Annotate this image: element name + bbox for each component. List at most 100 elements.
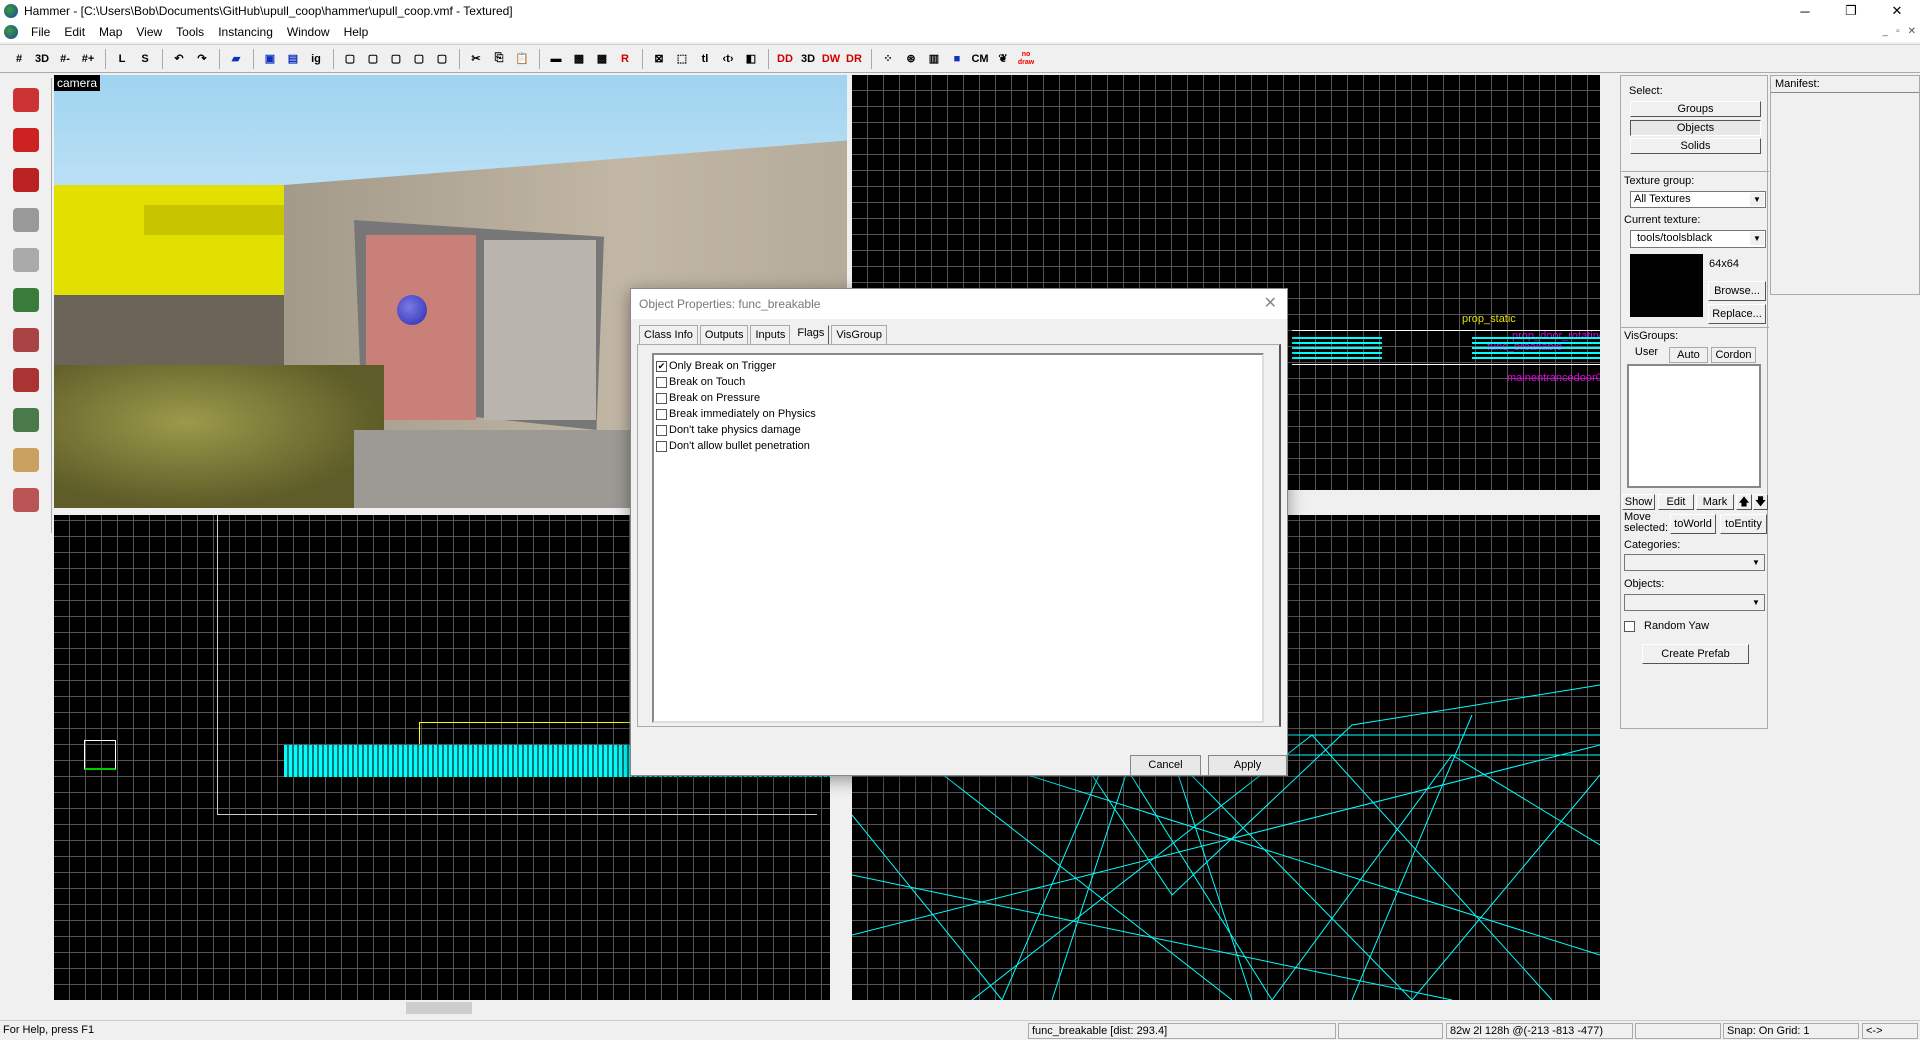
selection-tool-icon[interactable] — [6, 82, 46, 118]
hide-unselected-icon[interactable]: ▢ — [362, 48, 384, 70]
tab-outputs[interactable]: Outputs — [699, 325, 749, 344]
cut-icon[interactable]: ✂ — [465, 48, 487, 70]
menu-map[interactable]: Map — [92, 25, 129, 39]
menu-view[interactable]: View — [129, 25, 169, 39]
maximize-button[interactable]: ❐ — [1828, 0, 1874, 22]
texture-preview[interactable] — [1630, 254, 1703, 317]
ungroup-icon[interactable]: ▤ — [282, 48, 304, 70]
select-solids-button[interactable]: Solids — [1630, 138, 1761, 154]
move-down-icon[interactable]: 🡇 — [1753, 494, 1768, 510]
flag-row[interactable]: Break on Pressure — [656, 390, 1260, 406]
entity-tool-icon[interactable] — [6, 202, 46, 238]
select-by-box-icon[interactable]: ⊠ — [648, 48, 670, 70]
flag-checkbox[interactable]: ✔ — [656, 360, 667, 372]
save-window-state-icon[interactable]: S — [134, 48, 156, 70]
texture-scale-lock-icon[interactable]: ▩ — [568, 48, 590, 70]
tab-inputs[interactable]: Inputs — [750, 325, 791, 344]
visgroup-icon[interactable]: ▢ — [408, 48, 430, 70]
grid-smaller-icon[interactable]: #- — [54, 48, 76, 70]
menu-instancing[interactable]: Instancing — [211, 25, 280, 39]
grid-larger-icon[interactable]: #+ — [77, 48, 99, 70]
objects-select[interactable]: ▼ — [1624, 594, 1765, 611]
radius-culling-icon[interactable]: R — [614, 48, 636, 70]
models-in-2d-icon[interactable]: ◧ — [740, 48, 762, 70]
flag-checkbox[interactable] — [656, 424, 667, 436]
flag-row[interactable]: Break on Touch — [656, 374, 1260, 390]
overlay-tool-icon[interactable] — [6, 402, 46, 438]
replace-button[interactable]: Replace... — [1708, 304, 1766, 324]
close-button[interactable]: ✕ — [1874, 0, 1920, 22]
dialog-title-bar[interactable]: Object Properties: func_breakable ✕ — [631, 289, 1287, 319]
camera-tool-icon[interactable] — [6, 162, 46, 198]
visgroup-tab-cordon[interactable]: Cordon — [1711, 347, 1756, 363]
flag-checkbox[interactable] — [656, 376, 667, 388]
check-map-icon[interactable]: ⊛ — [900, 48, 922, 70]
flag-row[interactable]: Break immediately on Physics — [656, 406, 1260, 422]
mdi-minimize-button[interactable]: _ — [1883, 26, 1889, 37]
visgroup-mark-button[interactable]: Mark — [1696, 494, 1734, 510]
leaf-icon[interactable]: ❦ — [992, 48, 1014, 70]
cubemap-icon[interactable]: CM — [969, 48, 991, 70]
load-window-state-icon[interactable]: L — [111, 48, 133, 70]
apply-button[interactable]: Apply — [1208, 755, 1287, 776]
tab-class-info[interactable]: Class Info — [639, 325, 698, 344]
toggle-helpers-icon[interactable]: tl — [694, 48, 716, 70]
visgroup-tab-user[interactable]: User — [1626, 345, 1667, 362]
hide-selected-icon[interactable]: ▢ — [339, 48, 361, 70]
nodraw-icon[interactable]: no draw — [1015, 48, 1037, 70]
flag-row[interactable]: ✔ Only Break on Trigger — [656, 358, 1260, 374]
display-models-2d-icon[interactable]: DD — [774, 48, 796, 70]
to-world-button[interactable]: toWorld — [1670, 514, 1716, 534]
select-by-handle-icon[interactable]: ⬚ — [671, 48, 693, 70]
decal-tool-icon[interactable] — [6, 362, 46, 398]
camera-label[interactable]: camera — [54, 75, 101, 91]
mdi-restore-button[interactable]: ▫ — [1896, 26, 1900, 37]
side-viewport-hscroll[interactable] — [852, 1000, 1600, 1016]
grid-icon[interactable]: # — [8, 48, 30, 70]
browse-button[interactable]: Browse... — [1708, 281, 1766, 301]
flag-row[interactable]: Don't take physics damage — [656, 422, 1260, 438]
scroll-thumb[interactable] — [406, 1002, 472, 1014]
menu-file[interactable]: File — [24, 25, 57, 39]
apply-texture-icon[interactable] — [6, 322, 46, 358]
3d-grid-icon[interactable]: 3D — [31, 48, 53, 70]
flag-checkbox[interactable] — [656, 408, 667, 420]
texture-tool-icon[interactable] — [6, 282, 46, 318]
display-ratio-icon[interactable]: DR — [843, 48, 865, 70]
document-icon[interactable] — [4, 25, 18, 39]
visgroup-list[interactable] — [1627, 364, 1761, 488]
texture-group-select[interactable]: All Textures ▼ — [1630, 191, 1766, 208]
magnify-tool-icon[interactable] — [6, 122, 46, 158]
dialog-close-icon[interactable]: ✕ — [1264, 289, 1277, 319]
cancel-button[interactable]: Cancel — [1130, 755, 1201, 776]
carve-icon[interactable]: ▰ — [225, 48, 247, 70]
menu-edit[interactable]: Edit — [57, 25, 92, 39]
menu-tools[interactable]: Tools — [169, 25, 211, 39]
flag-checkbox[interactable] — [656, 392, 667, 404]
flag-row[interactable]: Don't allow bullet penetration — [656, 438, 1260, 454]
select-groups-button[interactable]: Groups — [1630, 101, 1761, 117]
move-up-icon[interactable]: 🡅 — [1736, 494, 1752, 510]
entity-report-icon[interactable]: ⁘ — [877, 48, 899, 70]
front-viewport-hscroll[interactable] — [54, 1000, 830, 1016]
group-icon[interactable]: ▣ — [259, 48, 281, 70]
visgroup-show-button[interactable]: Show — [1622, 494, 1655, 510]
ignore-groups-icon[interactable]: ig — [305, 48, 327, 70]
tab-visgroup[interactable]: VisGroup — [831, 325, 887, 344]
vertex-tool-icon[interactable] — [6, 482, 46, 518]
to-entity-button[interactable]: toEntity — [1720, 514, 1767, 534]
minimize-button[interactable]: ─ — [1782, 0, 1828, 22]
side-viewport-vscroll[interactable] — [1600, 515, 1616, 1000]
menu-window[interactable]: Window — [280, 25, 337, 39]
menu-help[interactable]: Help — [337, 25, 376, 39]
create-prefab-button[interactable]: Create Prefab — [1642, 644, 1749, 664]
texture-align-icon[interactable]: ▩ — [591, 48, 613, 70]
random-yaw-checkbox[interactable] — [1624, 620, 1635, 632]
flag-checkbox[interactable] — [656, 440, 667, 452]
top-viewport-vscroll[interactable] — [1600, 75, 1616, 490]
show-hidden-icon[interactable]: ▢ — [385, 48, 407, 70]
mdi-close-button[interactable]: ✕ — [1908, 26, 1916, 37]
3d-view-icon[interactable]: 3D — [797, 48, 819, 70]
copy-icon[interactable]: ⎘ — [488, 48, 510, 70]
cordon-icon[interactable]: ▥ — [923, 48, 945, 70]
